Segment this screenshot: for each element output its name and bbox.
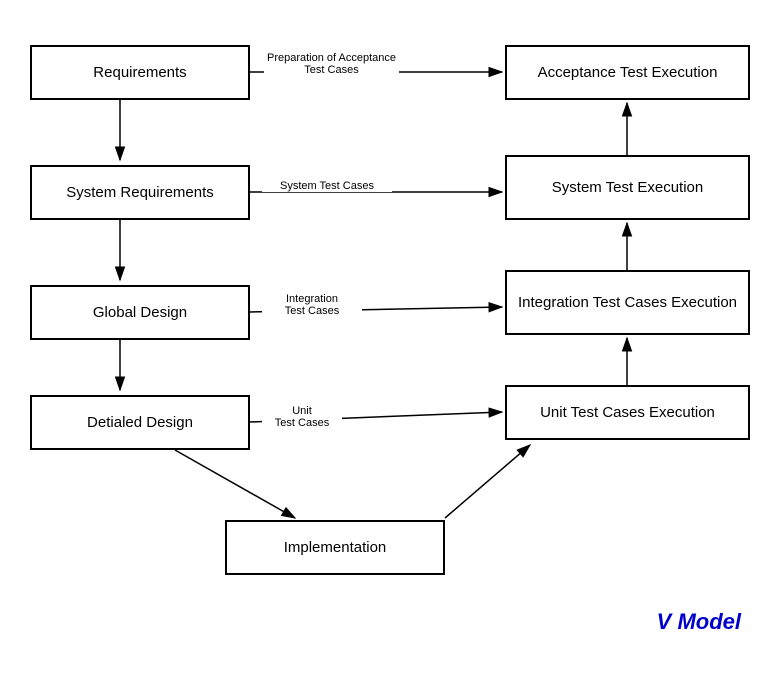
prep-acceptance-label: Preparation of Acceptance Test Cases xyxy=(264,52,399,76)
requirements-label: Requirements xyxy=(93,64,186,81)
implementation-box: Implementation xyxy=(225,520,445,575)
system-test-label: System Test Execution xyxy=(552,179,703,196)
implementation-label: Implementation xyxy=(284,539,387,556)
unit-test-label: Unit Test Cases Execution xyxy=(540,404,715,421)
unit-test-cases-label: UnitTest Cases xyxy=(262,405,342,429)
system-requirements-label: System Requirements xyxy=(66,184,214,201)
integration-test-label: Integration Test Cases Execution xyxy=(518,294,737,311)
system-test-box: System Test Execution xyxy=(505,155,750,220)
integration-test-cases-label: IntegrationTest Cases xyxy=(262,293,362,317)
acceptance-test-label: Acceptance Test Execution xyxy=(538,64,718,81)
global-design-label: Global Design xyxy=(93,304,187,321)
detailed-design-label: Detialed Design xyxy=(87,414,193,431)
v-model-title: V Model xyxy=(657,609,741,635)
unit-test-box: Unit Test Cases Execution xyxy=(505,385,750,440)
acceptance-test-box: Acceptance Test Execution xyxy=(505,45,750,100)
global-design-box: Global Design xyxy=(30,285,250,340)
diagram: Requirements System Requirements Global … xyxy=(0,0,781,675)
requirements-box: Requirements xyxy=(30,45,250,100)
system-requirements-box: System Requirements xyxy=(30,165,250,220)
detailed-design-box: Detialed Design xyxy=(30,395,250,450)
system-test-cases-label: System Test Cases xyxy=(262,180,392,192)
integration-test-box: Integration Test Cases Execution xyxy=(505,270,750,335)
